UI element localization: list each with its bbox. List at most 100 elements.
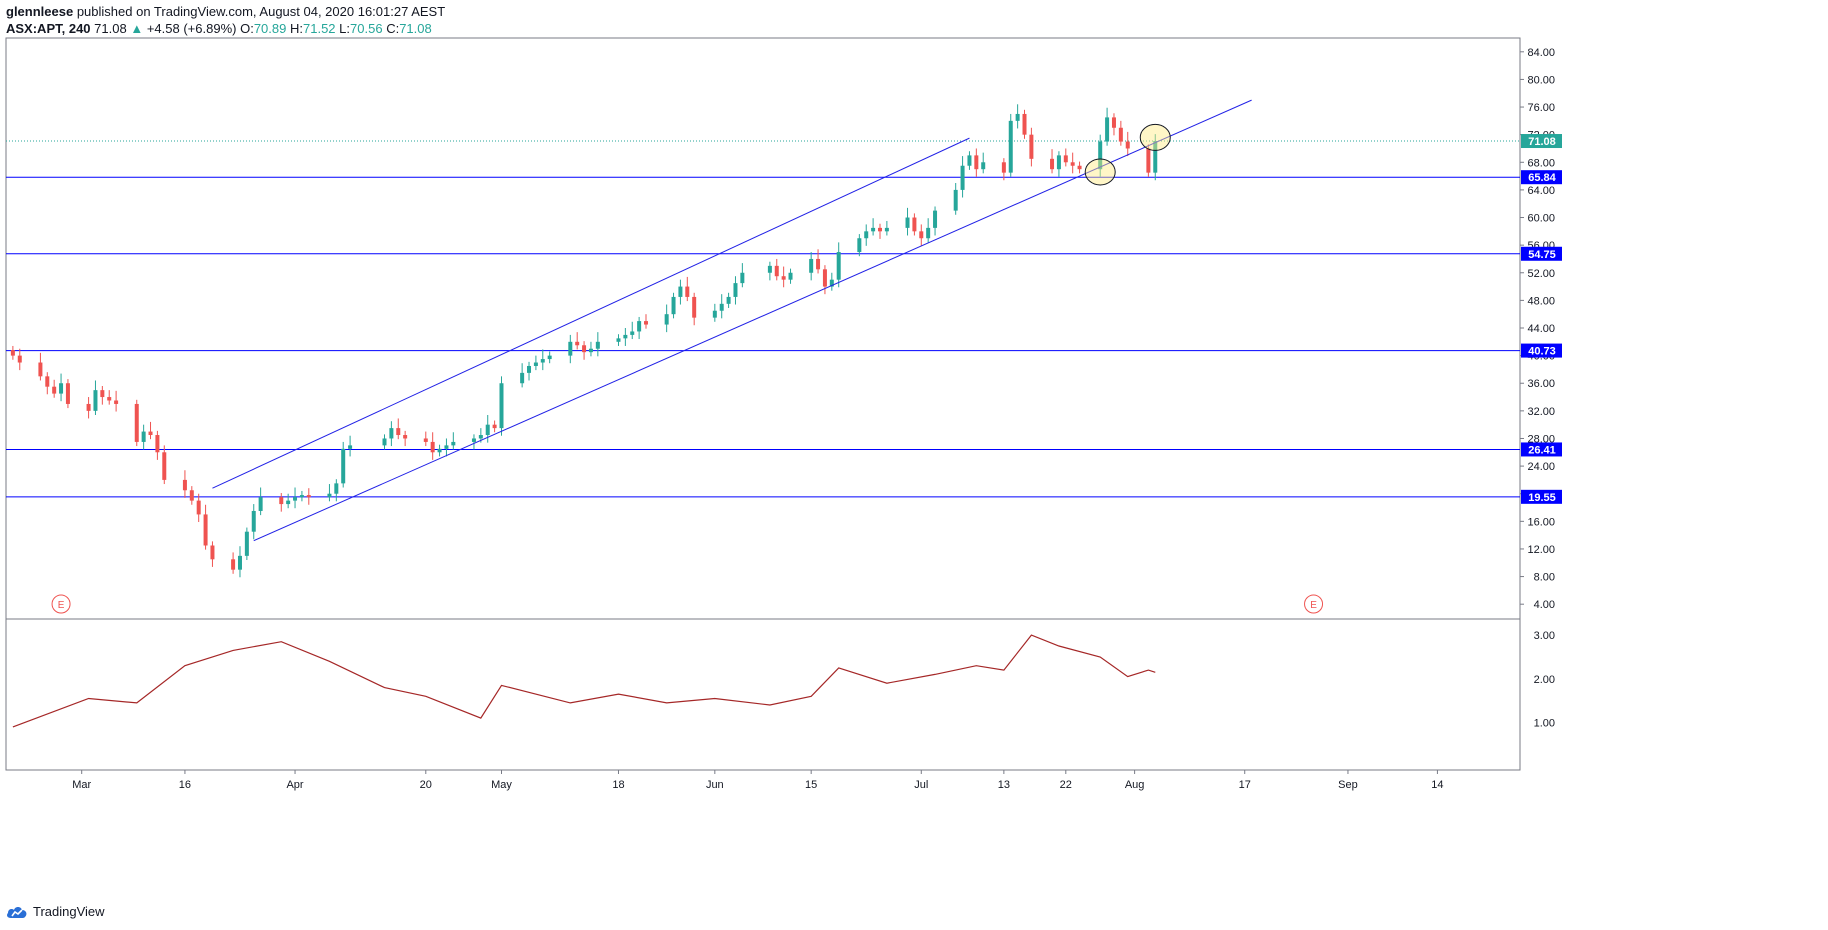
candle-body bbox=[836, 252, 841, 280]
candle-body bbox=[781, 276, 786, 280]
candle-body bbox=[38, 362, 43, 377]
price-tick-label: 52.00 bbox=[1527, 268, 1555, 280]
price-tick-label: 16.00 bbox=[1527, 516, 1555, 528]
price-tick-label: 68.00 bbox=[1527, 157, 1555, 169]
highlight-ellipse bbox=[1084, 158, 1116, 186]
time-tick-label: Jul bbox=[914, 779, 928, 791]
candle-body bbox=[588, 348, 593, 353]
candle-body bbox=[279, 497, 284, 505]
level-price-label: 40.73 bbox=[1528, 346, 1556, 358]
time-tick-label: Apr bbox=[286, 779, 303, 791]
candle-body bbox=[857, 238, 862, 253]
candle-body bbox=[196, 500, 201, 515]
candle-body bbox=[437, 448, 442, 453]
candle-body bbox=[423, 438, 428, 442]
candle-body bbox=[733, 283, 738, 297]
candle-body bbox=[348, 445, 353, 449]
candle-body bbox=[685, 286, 690, 297]
candle-body bbox=[10, 350, 15, 356]
candle-body bbox=[155, 435, 160, 453]
time-tick-label: 15 bbox=[805, 779, 817, 791]
candle-body bbox=[953, 189, 958, 211]
level-price-label: 65.84 bbox=[1528, 172, 1556, 184]
candle-body bbox=[740, 272, 745, 284]
level-price-label: 26.41 bbox=[1528, 444, 1556, 456]
candle-body bbox=[877, 227, 882, 232]
price-tick-label: 8.00 bbox=[1534, 572, 1555, 584]
candle-body bbox=[630, 331, 635, 335]
candle-body bbox=[905, 217, 910, 228]
candle-body bbox=[93, 390, 98, 411]
time-tick-label: 17 bbox=[1239, 779, 1251, 791]
last-price-label: 71.08 bbox=[1528, 136, 1556, 148]
candle-body bbox=[444, 445, 449, 449]
price-tick-label: 60.00 bbox=[1527, 213, 1555, 225]
candle-body bbox=[864, 231, 869, 239]
time-tick-label: 22 bbox=[1060, 779, 1072, 791]
tradingview-brand[interactable]: TradingView bbox=[6, 904, 105, 919]
candle-body bbox=[926, 227, 931, 239]
candle-body bbox=[382, 438, 387, 446]
candle-body bbox=[533, 362, 538, 366]
candle-body bbox=[1077, 165, 1082, 170]
candle-body bbox=[334, 483, 339, 494]
candle-body bbox=[933, 210, 938, 228]
candle-body bbox=[774, 265, 779, 277]
tradingview-cloud-icon bbox=[7, 906, 27, 918]
plot-frame bbox=[5, 37, 1521, 771]
indicator-tick-label: 1.00 bbox=[1534, 718, 1555, 730]
channel-upper-line bbox=[212, 137, 970, 489]
candle-body bbox=[595, 341, 600, 349]
candle-body bbox=[107, 397, 112, 401]
candle-body bbox=[17, 355, 22, 363]
candle-body bbox=[327, 493, 332, 498]
indicator-line bbox=[12, 634, 1156, 728]
price-tick-label: 32.00 bbox=[1527, 406, 1555, 418]
candle-body bbox=[1063, 155, 1068, 163]
time-tick-label: 20 bbox=[420, 779, 432, 791]
candle-body bbox=[623, 334, 628, 339]
candle-body bbox=[884, 227, 889, 232]
candle-body bbox=[141, 431, 146, 442]
candle-body bbox=[430, 441, 435, 453]
candle-body bbox=[485, 424, 490, 436]
candle-body bbox=[1008, 120, 1013, 173]
candle-body bbox=[568, 341, 573, 356]
price-tick-label: 44.00 bbox=[1527, 323, 1555, 335]
candle-body bbox=[403, 435, 408, 439]
price-tick-label: 76.00 bbox=[1527, 102, 1555, 114]
candle-body bbox=[492, 424, 497, 429]
candle-body bbox=[59, 383, 64, 394]
candle-body bbox=[1070, 162, 1075, 166]
candle-body bbox=[148, 431, 153, 436]
candle-body bbox=[527, 365, 532, 373]
candle-body bbox=[644, 321, 649, 325]
candle-body bbox=[162, 452, 167, 480]
candle-body bbox=[1105, 117, 1110, 142]
price-chart[interactable]: 84.0080.0076.0072.0068.0064.0060.0056.00… bbox=[0, 0, 1828, 930]
candle-body bbox=[816, 258, 821, 270]
candle-body bbox=[231, 559, 236, 570]
candle-body bbox=[1056, 155, 1061, 170]
candle-body bbox=[967, 155, 972, 166]
candle-body bbox=[114, 400, 119, 404]
candle-body bbox=[499, 383, 504, 429]
time-tick-label: 18 bbox=[612, 779, 624, 791]
candle-body bbox=[767, 265, 772, 273]
time-tick-label: Sep bbox=[1338, 779, 1358, 791]
candle-body bbox=[981, 162, 986, 170]
candle-body bbox=[306, 495, 311, 498]
candle-body bbox=[547, 355, 552, 360]
candle-body bbox=[389, 428, 394, 439]
candle-body bbox=[100, 390, 105, 398]
price-tick-label: 12.00 bbox=[1527, 544, 1555, 556]
indicator-tick-label: 2.00 bbox=[1534, 674, 1555, 686]
candle-body bbox=[1022, 113, 1027, 135]
candle-body bbox=[540, 359, 545, 363]
candle-body bbox=[293, 497, 298, 501]
price-tick-label: 4.00 bbox=[1534, 599, 1555, 611]
earnings-marker-label: E bbox=[1310, 600, 1317, 611]
time-tick-label: Mar bbox=[72, 779, 91, 791]
candle-body bbox=[1111, 117, 1116, 128]
candle-body bbox=[478, 435, 483, 439]
